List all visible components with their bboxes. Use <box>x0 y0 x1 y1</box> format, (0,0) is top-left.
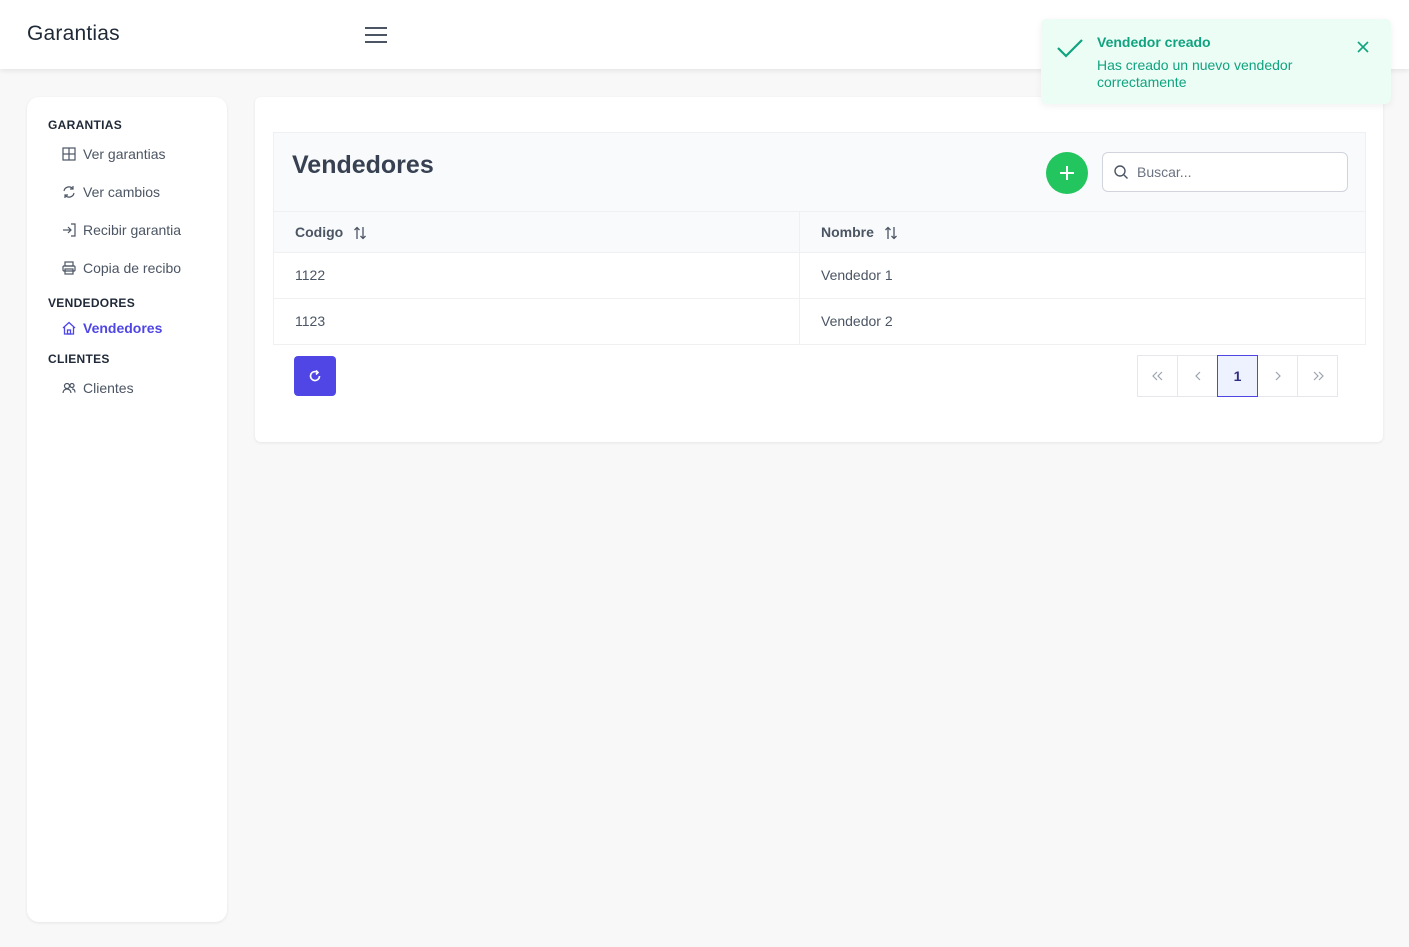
table-icon <box>61 146 77 162</box>
sidebar: GARANTIAS Ver garantias Ver cambios Reci… <box>27 97 227 922</box>
prev-page-button[interactable] <box>1177 354 1218 397</box>
table-toolbar: Vendedores <box>273 132 1366 212</box>
main-card: Vendedores Codigo Nombre <box>255 97 1383 442</box>
sidebar-section-clientes: CLIENTES <box>48 352 110 366</box>
sidebar-section-vendedores: VENDEDORES <box>48 296 136 310</box>
app-title: Garantias <box>27 22 120 45</box>
refresh-arrows-icon <box>61 184 77 200</box>
table-row[interactable]: 1123 Vendedor 2 <box>273 298 1366 345</box>
refresh-icon <box>309 369 321 381</box>
plus-icon <box>1060 166 1074 180</box>
sidebar-item-ver-cambios[interactable]: Ver cambios <box>61 173 227 211</box>
hamburger-icon <box>365 27 387 43</box>
cell-codigo: 1123 <box>273 298 800 345</box>
sidebar-item-label: Copia de recibo <box>83 260 182 276</box>
sort-icon[interactable] <box>884 226 898 240</box>
sidebar-item-label: Ver garantias <box>83 146 166 162</box>
sidebar-item-clientes[interactable]: Clientes <box>61 369 227 407</box>
success-toast: Vendedor creado Has creado un nuevo vend… <box>1041 19 1391 104</box>
cell-nombre: Vendedor 1 <box>799 252 1366 299</box>
sidebar-item-recibir-garantia[interactable]: Recibir garantia <box>61 211 227 249</box>
sidebar-item-copia-de-recibo[interactable]: Copia de recibo <box>61 249 227 287</box>
first-page-button[interactable] <box>1137 354 1178 397</box>
menu-toggle-button[interactable] <box>362 22 390 48</box>
sidebar-item-ver-garantias[interactable]: Ver garantias <box>61 135 227 173</box>
chevron-left-icon <box>1194 371 1200 380</box>
next-page-button[interactable] <box>1257 354 1298 397</box>
sidebar-item-vendedores[interactable]: Vendedores <box>61 313 227 343</box>
sidebar-item-label: Clientes <box>83 380 134 396</box>
print-icon <box>61 260 77 276</box>
search-input[interactable] <box>1137 164 1327 180</box>
column-header-codigo[interactable]: Codigo <box>273 212 800 253</box>
close-icon <box>1357 41 1369 53</box>
sidebar-item-label: Ver cambios <box>83 184 161 200</box>
sort-icon[interactable] <box>353 226 367 240</box>
sidebar-item-label: Recibir garantia <box>83 222 182 238</box>
chevron-right-icon <box>1275 371 1281 380</box>
add-vendedor-button[interactable] <box>1046 152 1088 194</box>
search-icon <box>1114 165 1128 179</box>
cell-codigo: 1122 <box>273 252 800 299</box>
toast-title: Vendedor creado <box>1097 34 1211 50</box>
cell-nombre: Vendedor 2 <box>799 298 1366 345</box>
sidebar-section-garantias: GARANTIAS <box>48 118 123 132</box>
table-footer: 1 <box>273 345 1366 397</box>
check-icon <box>1057 39 1083 58</box>
data-table: Vendedores Codigo Nombre <box>273 132 1366 397</box>
home-icon <box>61 320 77 336</box>
sign-in-icon <box>61 222 77 238</box>
page-title: Vendedores <box>292 151 434 179</box>
pagination: 1 <box>1137 354 1338 397</box>
sidebar-item-label: Vendedores <box>83 320 163 336</box>
page-button-current[interactable]: 1 <box>1217 354 1258 397</box>
search-field[interactable] <box>1102 152 1348 192</box>
double-chevron-left-icon <box>1151 371 1162 380</box>
toast-message: Has creado un nuevo vendedor correctamen… <box>1097 57 1293 90</box>
column-label: Codigo <box>295 223 344 240</box>
double-chevron-right-icon <box>1313 371 1324 380</box>
column-header-nombre[interactable]: Nombre <box>799 212 1366 253</box>
refresh-button[interactable] <box>294 355 336 396</box>
toast-close-button[interactable] <box>1354 38 1372 56</box>
last-page-button[interactable] <box>1297 354 1338 397</box>
vendedores-table: Codigo Nombre 1122 Vendedor 1 1123 Vende… <box>273 212 1366 345</box>
users-icon <box>61 380 77 396</box>
column-label: Nombre <box>821 223 874 240</box>
table-row[interactable]: 1122 Vendedor 1 <box>273 252 1366 299</box>
table-header-row: Codigo Nombre <box>273 212 1366 253</box>
